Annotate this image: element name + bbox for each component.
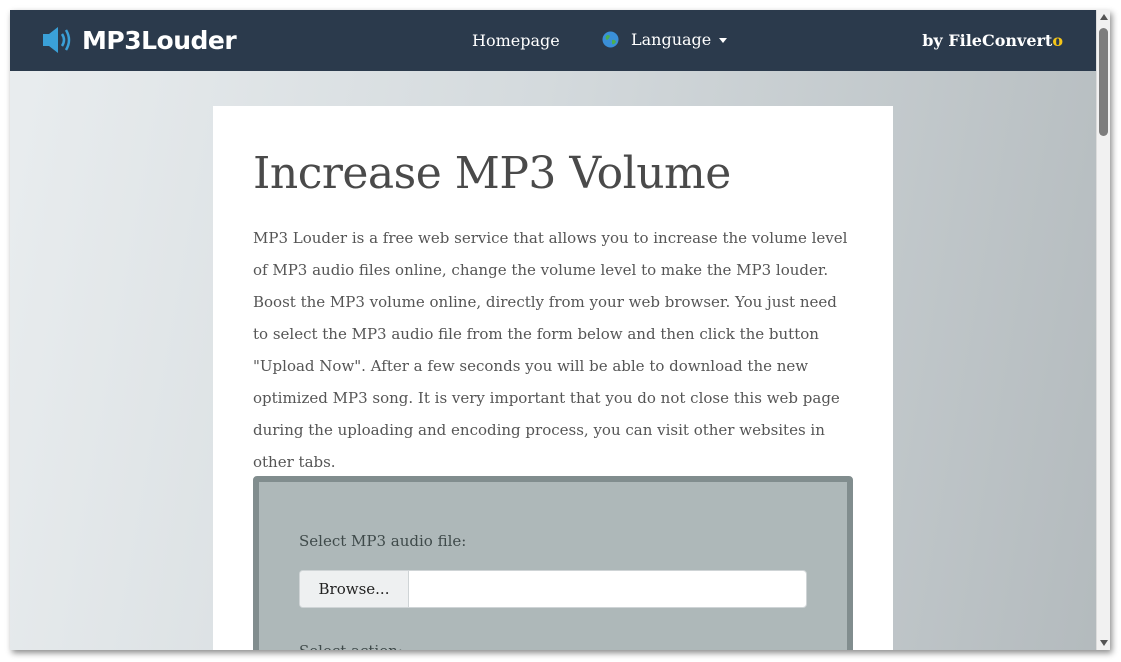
mp3-file-input[interactable]: Browse... [299, 570, 807, 608]
scroll-up-arrow-icon[interactable] [1100, 14, 1108, 20]
by-fileconverto-link[interactable]: by FileConverto [922, 31, 1063, 50]
upload-form-panel: Select MP3 audio file: Browse... Select … [253, 476, 853, 650]
site-logo[interactable]: MP3Louder [42, 24, 237, 56]
selected-file-name [409, 571, 806, 607]
browser-window: MP3Louder Homepage Language by FileConve… [10, 10, 1110, 650]
page-title: Increase MP3 Volume [253, 148, 731, 199]
language-label: Language [631, 30, 712, 49]
globe-icon [602, 31, 619, 48]
page-description: MP3 Louder is a free web service that al… [253, 229, 848, 471]
browse-button[interactable]: Browse... [300, 571, 409, 607]
main-content-card: Increase MP3 Volume MP3 Louder is a free… [213, 106, 893, 650]
action-select-label: Select action: [299, 642, 403, 650]
top-navbar: MP3Louder Homepage Language by FileConve… [10, 10, 1096, 71]
scroll-down-arrow-icon[interactable] [1100, 640, 1108, 646]
file-select-label: Select MP3 audio file: [299, 532, 467, 550]
vertical-scrollbar[interactable] [1096, 10, 1110, 650]
language-dropdown[interactable]: Language [602, 30, 728, 49]
caret-down-icon [719, 38, 728, 43]
speaker-icon [43, 27, 71, 53]
by-text: by FileConvert [922, 31, 1053, 50]
logo-text: MP3Louder [82, 25, 237, 55]
by-accent-letter: o [1052, 31, 1063, 50]
scroll-thumb[interactable] [1099, 28, 1108, 136]
nav-homepage-link[interactable]: Homepage [472, 31, 560, 50]
